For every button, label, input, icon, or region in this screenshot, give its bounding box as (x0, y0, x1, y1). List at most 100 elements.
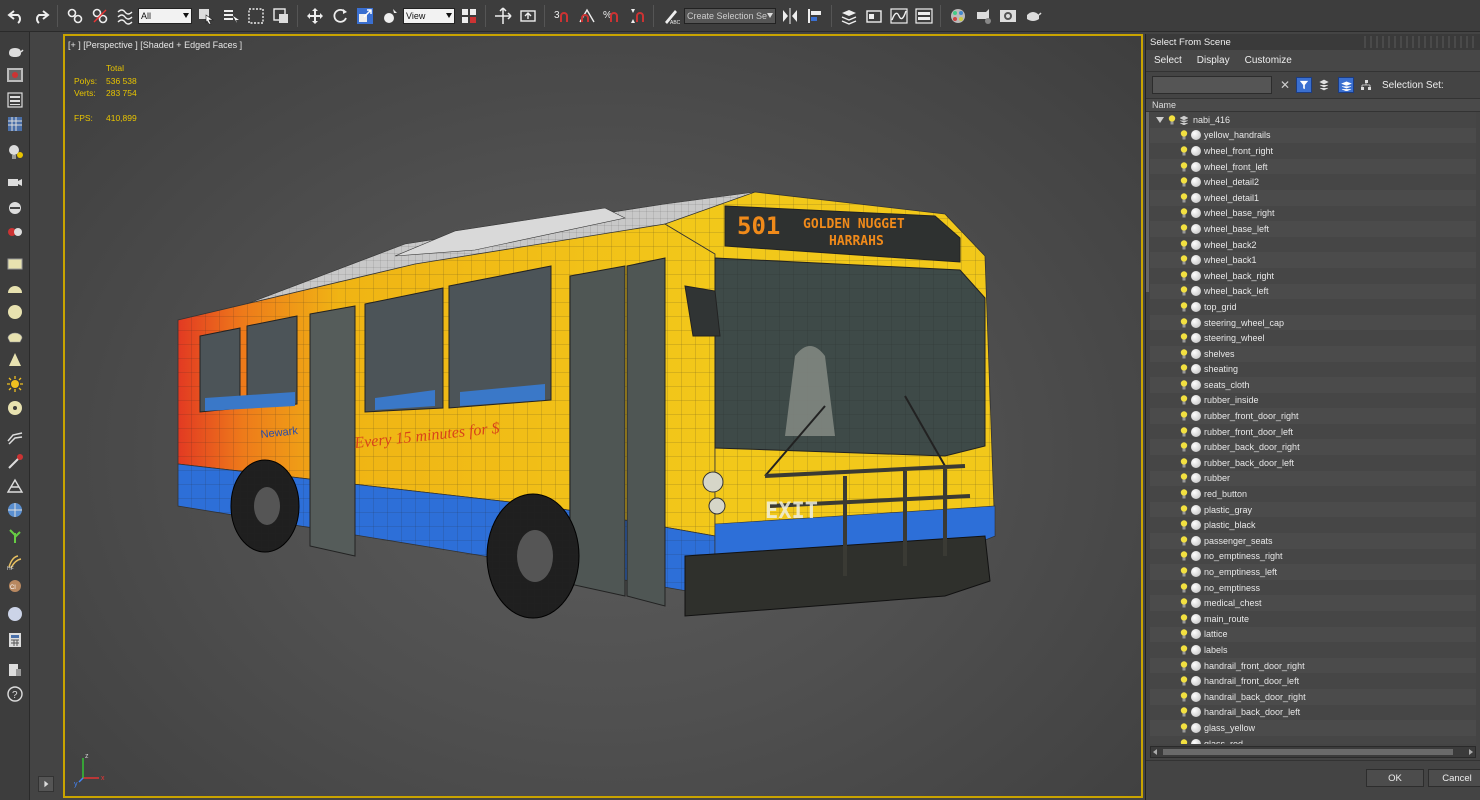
teapot-icon[interactable] (4, 42, 26, 62)
bulb-icon[interactable] (1180, 629, 1188, 639)
dome-icon[interactable] (4, 278, 26, 298)
undo-icon[interactable] (4, 4, 27, 28)
tree-item[interactable]: shelves (1150, 345, 1476, 362)
bulb-icon[interactable] (1180, 582, 1188, 593)
bulb-icon[interactable] (1180, 364, 1188, 374)
pivot-icon[interactable] (457, 4, 480, 28)
select-object-icon[interactable] (194, 4, 217, 28)
tree-item[interactable]: rubber (1150, 470, 1476, 487)
hierarchy-icon[interactable] (1358, 77, 1374, 93)
bulb-icon[interactable] (1180, 676, 1188, 686)
bulb-icon[interactable] (1180, 598, 1188, 608)
edit-named-sel-icon[interactable]: ABC (659, 4, 682, 28)
tree-item[interactable]: wheel_back_left (1150, 283, 1476, 300)
hair-fur-icon[interactable]: HF (4, 552, 26, 572)
curve-editor-icon[interactable] (887, 4, 910, 28)
name-column-header[interactable]: Name (1146, 98, 1480, 112)
bulb-icon[interactable] (1180, 224, 1188, 234)
rect-region-icon[interactable] (244, 4, 267, 28)
move-icon[interactable] (303, 4, 326, 28)
selection-filter-dropdown[interactable]: All (138, 7, 192, 24)
tree-item[interactable]: plastic_gray (1150, 501, 1476, 518)
link-icon[interactable] (63, 4, 86, 28)
tree-item[interactable]: wheel_detail2 (1150, 174, 1476, 190)
tree-scroll-indicator[interactable] (1146, 112, 1149, 292)
bulb-icon[interactable] (1180, 317, 1188, 328)
bulb-icon[interactable] (1168, 115, 1176, 125)
tree-item[interactable]: main_route (1150, 611, 1476, 627)
tree-item[interactable]: medical_chest (1150, 595, 1476, 611)
redo-icon[interactable] (29, 4, 52, 28)
tree-item[interactable]: wheel_front_left (1150, 158, 1476, 175)
motion-icon[interactable] (4, 222, 26, 242)
material-editor-icon[interactable] (946, 4, 969, 28)
bulb-icon[interactable] (1180, 692, 1188, 702)
tree-item[interactable]: wheel_detail1 (1150, 189, 1476, 206)
sun-icon[interactable] (4, 374, 26, 394)
tree-root-row[interactable]: nabi_416 (1150, 112, 1476, 128)
list-panel-icon[interactable] (4, 90, 26, 110)
place-icon[interactable] (378, 4, 401, 28)
tree-item[interactable]: rubber_front_door_left (1150, 424, 1476, 440)
sphere-icon[interactable] (4, 302, 26, 322)
utilities-icon[interactable] (4, 660, 26, 680)
bulb-icon[interactable] (1180, 349, 1188, 359)
tree-item[interactable]: seats_cloth (1150, 377, 1476, 393)
angle-snap-icon[interactable] (575, 4, 598, 28)
expand-panel-button[interactable] (38, 776, 54, 792)
camera-icon[interactable] (4, 172, 26, 192)
modifier-icon[interactable] (4, 452, 26, 472)
globe-icon[interactable] (4, 500, 26, 520)
tree-item[interactable]: glass_yellow (1150, 720, 1476, 736)
tree-item[interactable]: labels (1150, 642, 1476, 658)
select-by-name-icon[interactable] (219, 4, 242, 28)
cone-icon[interactable] (4, 350, 26, 370)
bulb-icon[interactable] (1180, 723, 1188, 733)
tree-item[interactable]: yellow_handrails (1150, 127, 1476, 144)
bulb-icon[interactable] (1180, 380, 1188, 390)
render-frame-icon[interactable] (996, 4, 1019, 28)
tree-item[interactable]: wheel_front_right (1150, 143, 1476, 159)
filter-icon[interactable] (1296, 77, 1312, 93)
reference-coord-dropdown[interactable]: View (403, 7, 455, 24)
bulb-icon[interactable] (1180, 333, 1188, 343)
scroll-left-icon[interactable] (1153, 749, 1157, 755)
select-manipulate-icon[interactable] (491, 4, 514, 28)
bulb-icon[interactable] (1180, 193, 1188, 203)
named-selection-dropdown[interactable]: Create Selection Se (684, 7, 776, 24)
bulb-icon[interactable] (1180, 536, 1188, 546)
shape-icon[interactable] (4, 476, 26, 496)
tree-item[interactable]: rubber_inside (1150, 393, 1476, 409)
bulb-icon[interactable] (1180, 614, 1188, 624)
torus-icon[interactable] (4, 398, 26, 418)
render-icon[interactable] (1021, 4, 1044, 28)
align-icon[interactable] (803, 4, 826, 28)
bulb-icon[interactable] (1180, 286, 1188, 296)
scale-icon[interactable] (353, 4, 376, 28)
bulb-icon[interactable] (1180, 255, 1188, 265)
tree-item[interactable]: no_emptiness_right (1150, 549, 1476, 565)
bulb-icon[interactable] (1180, 426, 1188, 437)
keyboard-shortcut-icon[interactable] (516, 4, 539, 28)
help-icon[interactable]: ? (4, 684, 26, 704)
spinner-snap-icon[interactable] (625, 4, 648, 28)
tree-item[interactable]: rubber_back_door_right (1150, 439, 1476, 456)
tree-item[interactable]: rubber_front_door_right (1150, 408, 1476, 424)
bulb-icon[interactable] (1180, 442, 1188, 452)
bulb-icon[interactable] (1180, 660, 1188, 671)
tree-item[interactable]: wheel_back2 (1150, 237, 1476, 253)
snap-icon[interactable]: 3 (550, 4, 573, 28)
tree-item[interactable]: handrail_back_door_right (1150, 688, 1476, 705)
bulb-icon[interactable] (1180, 411, 1188, 421)
scroll-right-icon[interactable] (1469, 749, 1473, 755)
rotate-icon[interactable] (328, 4, 351, 28)
bulb-icon[interactable] (1180, 146, 1188, 156)
perspective-viewport[interactable]: [+ ] [Perspective ] [Shaded + Edged Face… (63, 34, 1143, 798)
schematic-icon[interactable] (912, 4, 935, 28)
bulb-icon[interactable] (1180, 473, 1188, 483)
hierarchy-icon[interactable] (4, 198, 26, 218)
foliage-icon[interactable] (4, 526, 26, 546)
dialog-title-bar[interactable]: Select From Scene (1146, 34, 1480, 50)
menu-select[interactable]: Select (1154, 55, 1182, 66)
plane-icon[interactable] (4, 254, 26, 274)
